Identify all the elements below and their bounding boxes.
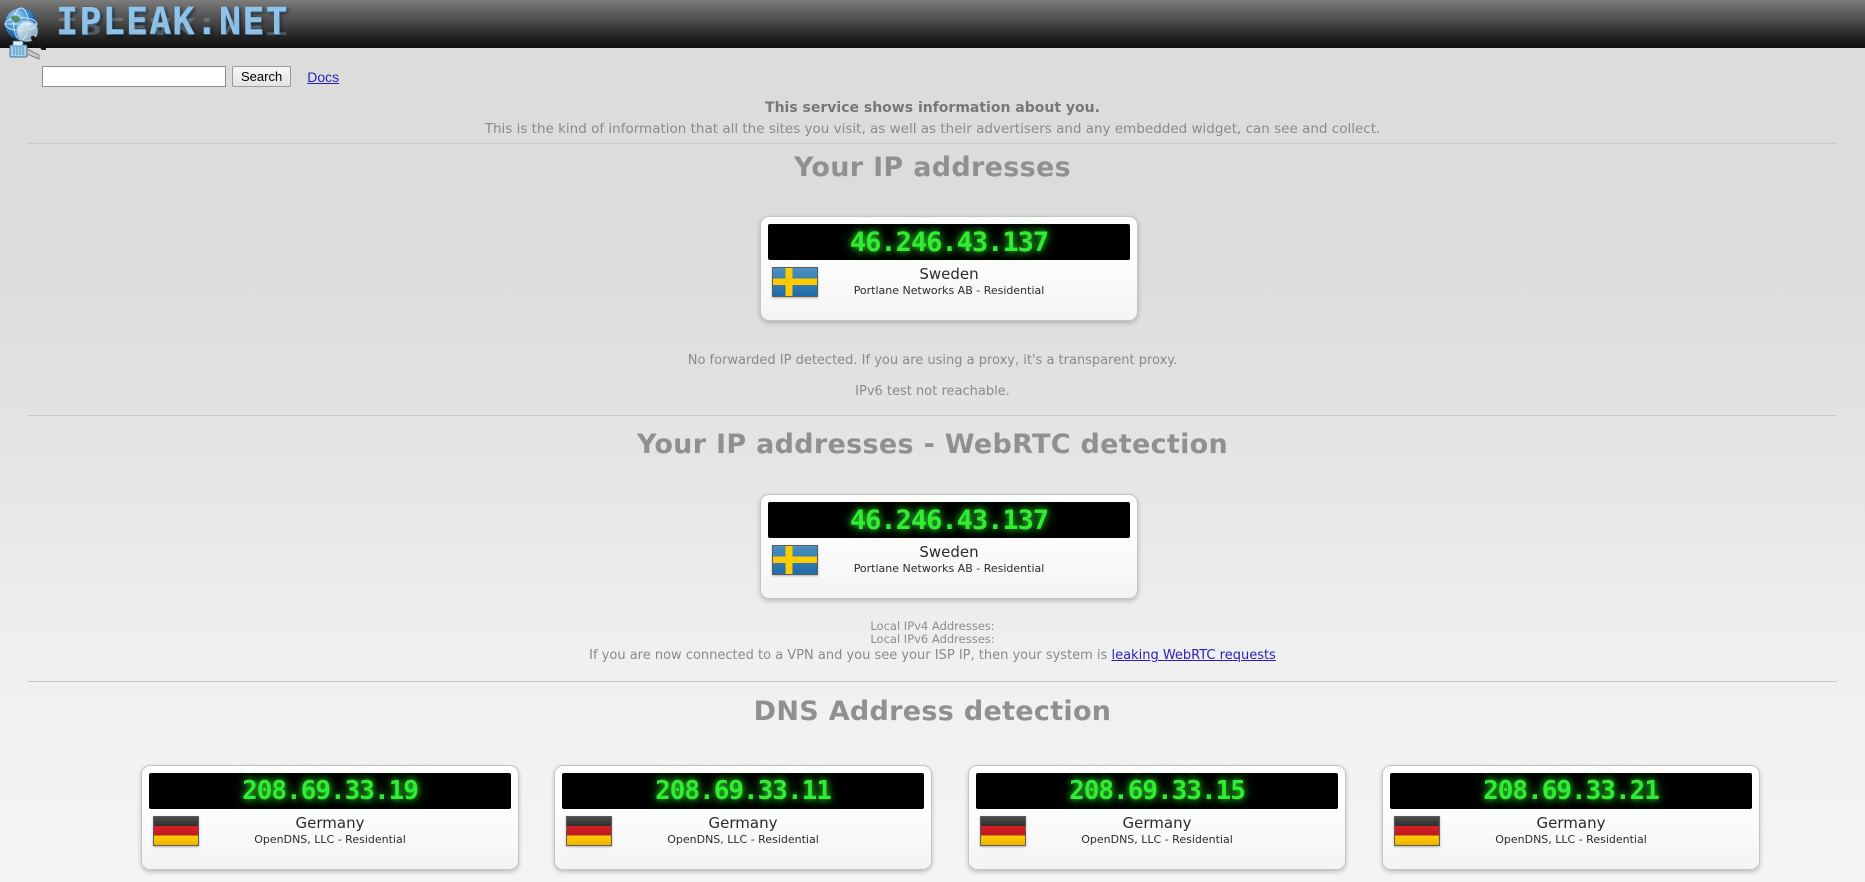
flag-sweden-icon (772, 544, 818, 575)
divider-webrtc (28, 415, 1837, 416)
webrtc-geo-row: Sweden Portlane Networks AB - Residentia… (768, 538, 1130, 579)
ethernet-plug-icon (9, 40, 40, 60)
section-title-ip: Your IP addresses (794, 152, 1071, 183)
local-ipv4-label: Local IPv4 Addresses: (870, 619, 995, 633)
ipv6-note: IPv6 test not reachable. (855, 384, 1010, 399)
dns-lcd-display: 208.69.33.21 (1390, 773, 1752, 809)
webrtc-isp: Portlane Networks AB - Residential (853, 562, 1045, 575)
dns-ip-value: 208.69.33.15 (1069, 776, 1246, 806)
dns-ip-value: 208.69.33.19 (242, 776, 419, 806)
dns-lcd-display: 208.69.33.15 (976, 773, 1338, 809)
search-input[interactable] (42, 66, 226, 87)
flag-germany-icon (1394, 815, 1440, 846)
search-bar: Search Docs (42, 66, 339, 87)
dns-geo-row: Germany OpenDNS, LLC - Residential (1390, 809, 1752, 850)
ip-isp: Portlane Networks AB - Residential (853, 284, 1045, 297)
webrtc-vpn-note-text: If you are now connected to a VPN and yo… (589, 648, 1112, 663)
ip-card-primary[interactable]: 46.246.43.137 Sweden Portlane Networks A… (760, 216, 1138, 321)
dns-card[interactable]: 208.69.33.15 Germany OpenDNS, LLC - Resi… (968, 765, 1346, 870)
logo-wordmark: IPLEAK.NET (56, 0, 289, 43)
dns-country: Germany (1536, 814, 1606, 832)
flag-germany-icon (566, 815, 612, 846)
dns-geo-row: Germany OpenDNS, LLC - Residential (562, 809, 924, 850)
dns-lcd-display: 208.69.33.19 (149, 773, 511, 809)
webrtc-country: Sweden (919, 543, 979, 561)
intro-subtext: This is the kind of information that all… (484, 121, 1381, 137)
flag-sweden-icon (772, 266, 818, 297)
dns-ip-value: 208.69.33.21 (1483, 776, 1660, 806)
search-button[interactable]: Search (232, 66, 292, 87)
ip-lcd-display: 46.246.43.137 (768, 224, 1130, 260)
section-title-dns: DNS Address detection (753, 696, 1112, 727)
dns-card[interactable]: 208.69.33.19 Germany OpenDNS, LLC - Resi… (141, 765, 519, 870)
intro-block: This service shows information about you… (0, 100, 1865, 137)
dns-lcd-display: 208.69.33.11 (562, 773, 924, 809)
ip-card-webrtc[interactable]: 46.246.43.137 Sweden Portlane Networks A… (760, 494, 1138, 599)
dns-isp: OpenDNS, LLC - Residential (1495, 833, 1647, 846)
flag-germany-icon (980, 815, 1026, 846)
dns-country: Germany (1122, 814, 1192, 832)
dns-card[interactable]: 208.69.33.11 Germany OpenDNS, LLC - Resi… (554, 765, 932, 870)
dns-isp: OpenDNS, LLC - Residential (1081, 833, 1233, 846)
divider-dns (28, 681, 1837, 682)
section-title-webrtc: Your IP addresses - WebRTC detection (636, 429, 1229, 460)
dns-country: Germany (708, 814, 778, 832)
local-ipv6-label: Local IPv6 Addresses: (870, 632, 995, 646)
ip-country: Sweden (919, 265, 979, 283)
webrtc-vpn-note: If you are now connected to a VPN and yo… (0, 648, 1865, 663)
dns-geo-row: Germany OpenDNS, LLC - Residential (976, 809, 1338, 850)
dns-card[interactable]: 208.69.33.21 Germany OpenDNS, LLC - Resi… (1382, 765, 1760, 870)
dns-country: Germany (295, 814, 365, 832)
divider-top (28, 143, 1837, 144)
forwarded-ip-note: No forwarded IP detected. If you are usi… (687, 353, 1178, 368)
docs-link[interactable]: Docs (307, 69, 339, 85)
webrtc-lcd-display: 46.246.43.137 (768, 502, 1130, 538)
dns-isp: OpenDNS, LLC - Residential (254, 833, 406, 846)
dns-isp: OpenDNS, LLC - Residential (667, 833, 819, 846)
ip-geo-row: Sweden Portlane Networks AB - Residentia… (768, 260, 1130, 301)
intro-headline: This service shows information about you… (765, 100, 1100, 116)
webrtc-ip-value: 46.246.43.137 (849, 504, 1049, 536)
leaking-webrtc-link[interactable]: leaking WebRTC requests (1111, 648, 1275, 663)
ip-address-value: 46.246.43.137 (849, 226, 1049, 258)
flag-germany-icon (153, 815, 199, 846)
dns-geo-row: Germany OpenDNS, LLC - Residential (149, 809, 511, 850)
dns-ip-value: 208.69.33.11 (655, 776, 832, 806)
